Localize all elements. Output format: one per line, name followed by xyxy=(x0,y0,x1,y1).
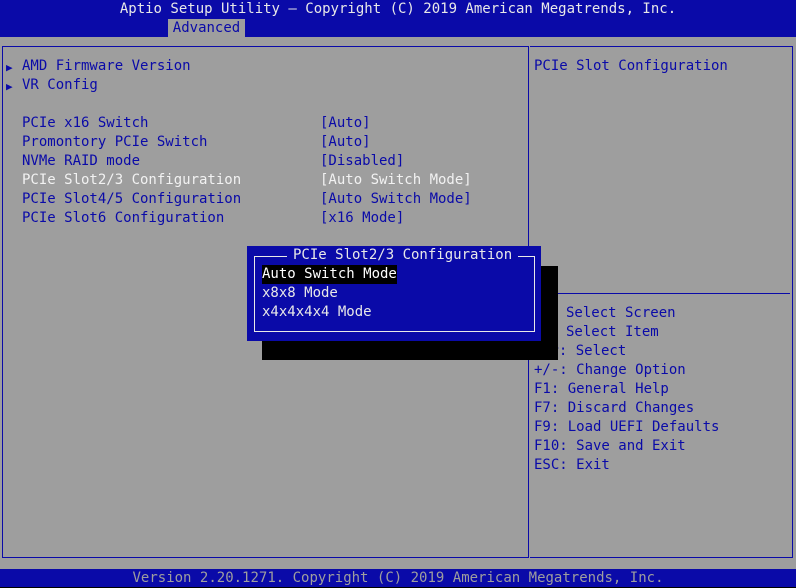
option-popup: PCIe Slot2/3 Configuration Auto Switch M… xyxy=(247,246,541,341)
setting-label-pcie-slot45-configuration[interactable]: PCIe Slot4/5 Configuration xyxy=(22,190,241,209)
setting-label-pcie-slot6-configuration[interactable]: PCIe Slot6 Configuration xyxy=(22,209,224,228)
help-description: PCIe Slot Configuration xyxy=(534,58,728,74)
help-key-change-option: +/-: Change Option xyxy=(534,362,686,378)
help-key-load-defaults: F9: Load UEFI Defaults xyxy=(534,419,720,435)
setting-value-promontory-pcie-switch[interactable]: [Auto] xyxy=(320,133,371,152)
help-key-discard-changes: F7: Discard Changes xyxy=(534,400,695,416)
help-divider xyxy=(532,293,790,294)
submenu-arrow-icon: ▶ xyxy=(6,80,13,93)
setting-value-pcie-slot6-configuration[interactable]: [x16 Mode] xyxy=(320,209,404,228)
setting-value-pcie-slot45-configuration[interactable]: [Auto Switch Mode] xyxy=(320,190,472,209)
setting-value-pcie-slot23-configuration[interactable]: [Auto Switch Mode] xyxy=(320,171,472,190)
tab-advanced[interactable]: Advanced xyxy=(168,19,245,37)
help-key-save-exit: F10: Save and Exit xyxy=(534,438,686,454)
popup-option-x4x4x4x4-mode[interactable]: x4x4x4x4 Mode xyxy=(262,303,372,322)
popup-option-auto-switch-mode[interactable]: Auto Switch Mode xyxy=(262,265,397,284)
setting-value-nvme-raid-mode[interactable]: [Disabled] xyxy=(320,152,404,171)
setting-value-pcie-x16-switch[interactable]: [Auto] xyxy=(320,114,371,133)
window-title: Aptio Setup Utility – Copyright (C) 2019… xyxy=(119,1,677,17)
help-key-general-help: F1: General Help xyxy=(534,381,669,397)
setting-label-promontory-pcie-switch[interactable]: Promontory PCIe Switch xyxy=(22,133,207,152)
help-key-select-item: Select Item xyxy=(566,324,659,340)
setting-label-nvme-raid-mode[interactable]: NVMe RAID mode xyxy=(22,152,140,171)
popup-option-x8x8-mode[interactable]: x8x8 Mode xyxy=(262,284,338,303)
submenu-arrow-icon: ▶ xyxy=(6,61,13,74)
submenu-vr-config[interactable]: VR Config xyxy=(22,76,98,95)
setting-label-pcie-slot23-configuration[interactable]: PCIe Slot2/3 Configuration xyxy=(22,171,241,190)
help-key-select-screen: Select Screen xyxy=(566,305,676,321)
popup-title: PCIe Slot2/3 Configuration xyxy=(287,246,519,265)
footer-version: Version 2.20.1271. Copyright (C) 2019 Am… xyxy=(132,570,664,586)
setting-label-pcie-x16-switch[interactable]: PCIe x16 Switch xyxy=(22,114,148,133)
help-key-esc-exit: ESC: Exit xyxy=(534,457,610,473)
help-frame xyxy=(530,46,793,558)
submenu-amd-firmware-version[interactable]: AMD Firmware Version xyxy=(22,57,191,76)
